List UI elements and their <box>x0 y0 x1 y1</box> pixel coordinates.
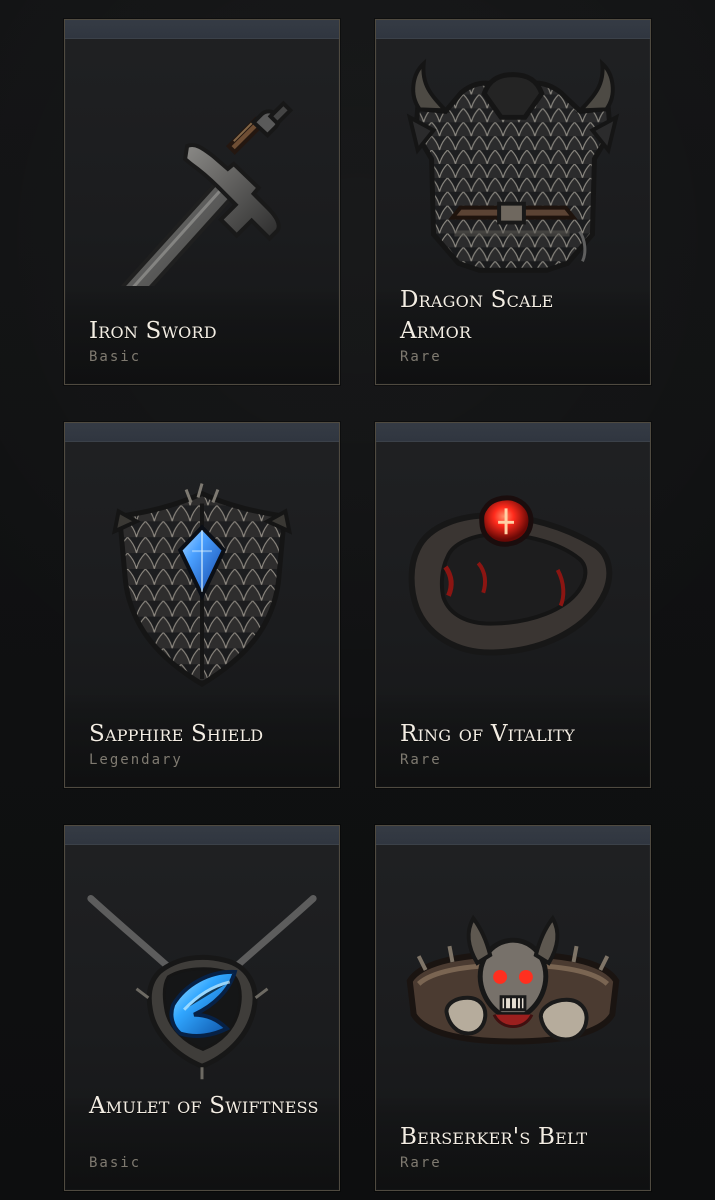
sword-icon <box>120 100 294 286</box>
item-card-iron-sword[interactable]: Iron Sword Basic <box>64 19 340 385</box>
item-rarity: Legendary <box>89 752 183 768</box>
item-card-berserkers-belt[interactable]: Berserker's Belt Rare <box>375 825 651 1191</box>
inventory-page: Iron Sword Basic Dragon Scale Armor Rare… <box>0 0 715 1200</box>
iron-sword-art <box>65 38 339 286</box>
amulet-icon <box>87 895 317 1080</box>
item-name: Ring of Vitality <box>400 721 575 747</box>
item-card-amulet-of-swiftness[interactable]: Amulet of Swiftness Basic <box>64 825 340 1191</box>
item-rarity: Basic <box>89 1155 142 1171</box>
ring-icon <box>408 495 613 656</box>
item-name: Amulet of Swiftness <box>89 1093 319 1119</box>
armor-icon <box>406 58 620 273</box>
item-card-sapphire-shield[interactable]: Sapphire Shield Legendary <box>64 422 340 788</box>
belt-icon <box>406 914 620 1045</box>
item-rarity: Rare <box>400 1155 442 1171</box>
sapphire-shield-art <box>65 441 339 689</box>
item-rarity: Rare <box>400 752 442 768</box>
ring-of-vitality-art <box>376 441 650 689</box>
item-grid: Iron Sword Basic Dragon Scale Armor Rare… <box>0 0 715 1200</box>
item-name: Sapphire Shield <box>89 721 264 747</box>
item-name: Iron Sword <box>89 318 217 344</box>
amulet-of-swiftness-art <box>65 844 339 1092</box>
item-rarity: Rare <box>400 349 442 365</box>
item-name: Berserker's Belt <box>400 1124 588 1150</box>
item-rarity: Basic <box>89 349 142 365</box>
berserkers-belt-art <box>376 844 650 1092</box>
item-name: Dragon Scale Armor <box>400 287 554 344</box>
shield-icon <box>111 483 293 688</box>
item-card-dragon-scale-armor[interactable]: Dragon Scale Armor Rare <box>375 19 651 385</box>
dragon-scale-armor-art <box>376 38 650 286</box>
item-card-ring-of-vitality[interactable]: Ring of Vitality Rare <box>375 422 651 788</box>
